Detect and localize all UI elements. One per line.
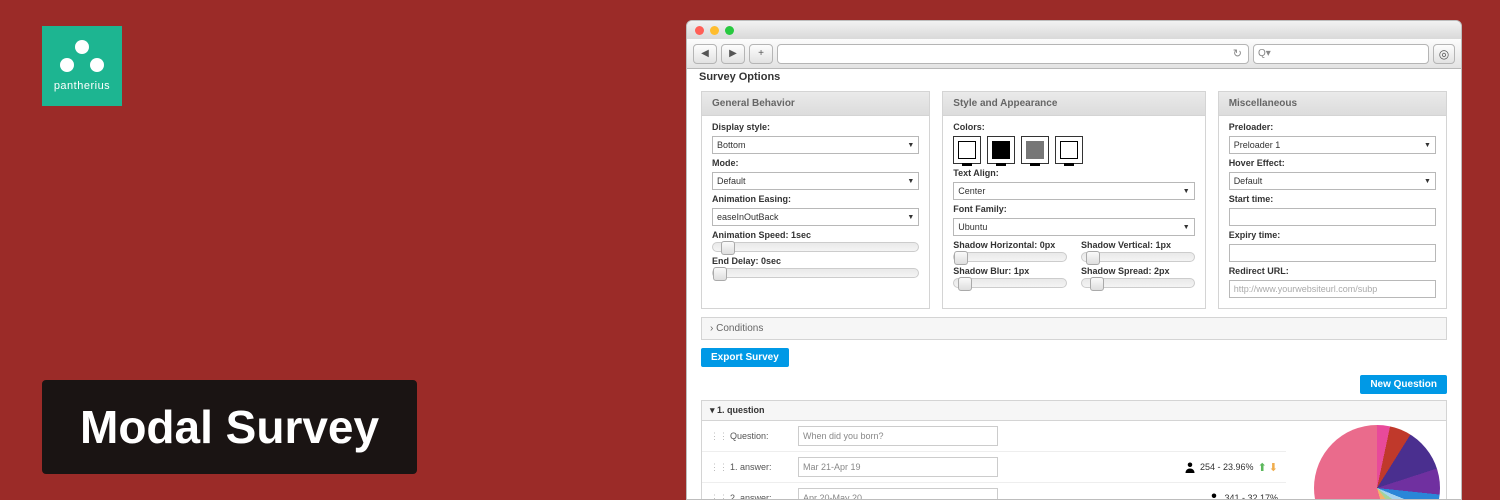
- expiry-time-input[interactable]: [1229, 244, 1436, 262]
- export-survey-button[interactable]: Export Survey: [701, 348, 789, 367]
- answer-row-2: ⋮⋮ 2. answer: Apr 20-May 20 341 - 32.17%: [702, 482, 1286, 499]
- new-question-button[interactable]: New Question: [1360, 375, 1447, 394]
- text-align-select[interactable]: Center: [953, 182, 1194, 200]
- hover-select[interactable]: Default: [1229, 172, 1436, 190]
- panel-misc-header: Miscellaneous: [1219, 92, 1446, 116]
- color-swatch-2[interactable]: [987, 136, 1015, 164]
- answer-1-label: 1. answer:: [730, 462, 790, 472]
- redirect-label: Redirect URL:: [1229, 266, 1436, 276]
- easing-select[interactable]: easeInOutBack: [712, 208, 919, 226]
- font-family-label: Font Family:: [953, 204, 1194, 214]
- conditions-accordion[interactable]: › Conditions: [701, 317, 1447, 340]
- logo-icon: [60, 40, 104, 76]
- down-arrow-icon[interactable]: ⬇: [1269, 461, 1278, 474]
- refresh-icon: ↻: [1233, 47, 1242, 60]
- panel-general: General Behavior Display style: Bottom M…: [701, 91, 930, 309]
- hero-title: Modal Survey: [42, 380, 417, 474]
- preloader-select[interactable]: Preloader 1: [1229, 136, 1436, 154]
- window-titlebar: [687, 21, 1461, 39]
- panel-misc: Miscellaneous Preloader: Preloader 1 Hov…: [1218, 91, 1447, 309]
- browser-window: ◀ ▶ + ↻ Q▾ ◎ Survey Options General Beha…: [686, 20, 1462, 500]
- color-swatch-3[interactable]: [1021, 136, 1049, 164]
- browser-search-input[interactable]: Q▾: [1253, 44, 1429, 64]
- panel-style-header: Style and Appearance: [943, 92, 1204, 116]
- question-block: ▾ 1. question ⋮⋮ Question: When did you …: [701, 400, 1447, 499]
- question-label: Question:: [730, 431, 790, 441]
- maximize-window-button[interactable]: [725, 26, 734, 35]
- shadow-spread-label: Shadow Spread: 2px: [1081, 266, 1195, 276]
- preloader-label: Preloader:: [1229, 122, 1436, 132]
- panel-style: Style and Appearance Colors: Text Align:…: [942, 91, 1205, 309]
- mode-label: Mode:: [712, 158, 919, 168]
- answer-2-input[interactable]: Apr 20-May 20: [798, 488, 998, 499]
- display-style-label: Display style:: [712, 122, 919, 132]
- mode-select[interactable]: Default: [712, 172, 919, 190]
- drag-handle-icon[interactable]: ⋮⋮: [710, 493, 722, 500]
- options-button[interactable]: ◎: [1433, 44, 1455, 64]
- back-button[interactable]: ◀: [693, 44, 717, 64]
- add-button[interactable]: +: [749, 44, 773, 64]
- results-pie-area: [1286, 421, 1446, 499]
- address-bar[interactable]: ↻: [777, 44, 1249, 64]
- up-arrow-icon[interactable]: ⬆: [1258, 461, 1267, 474]
- drag-handle-icon[interactable]: ⋮⋮: [710, 462, 722, 473]
- speed-slider[interactable]: [712, 242, 919, 252]
- redirect-input[interactable]: http://www.yourwebsiteurl.com/subp: [1229, 280, 1436, 298]
- answer-1-votes: 254 - 23.96%: [1200, 462, 1254, 472]
- shadow-blur-label: Shadow Blur: 1px: [953, 266, 1067, 276]
- display-style-select[interactable]: Bottom: [712, 136, 919, 154]
- colors-label: Colors:: [953, 122, 1194, 132]
- speed-label: Animation Speed: 1sec: [712, 230, 919, 240]
- start-time-label: Start time:: [1229, 194, 1436, 204]
- question-input[interactable]: When did you born?: [798, 426, 998, 446]
- logo-text: pantherius: [54, 80, 110, 92]
- section-title: Survey Options: [687, 69, 1461, 85]
- question-header[interactable]: ▾ 1. question: [702, 401, 1446, 421]
- person-icon: [1184, 461, 1196, 473]
- browser-toolbar: ◀ ▶ + ↻ Q▾ ◎: [687, 39, 1461, 69]
- delay-slider[interactable]: [712, 268, 919, 278]
- shadow-h-label: Shadow Horizontal: 0px: [953, 240, 1067, 250]
- minimize-window-button[interactable]: [710, 26, 719, 35]
- hover-label: Hover Effect:: [1229, 158, 1436, 168]
- shadow-blur-slider[interactable]: [953, 278, 1067, 288]
- text-align-label: Text Align:: [953, 168, 1194, 178]
- search-subicon: Q▾: [1258, 48, 1271, 59]
- delay-label: End Delay: 0sec: [712, 256, 919, 266]
- font-family-select[interactable]: Ubuntu: [953, 218, 1194, 236]
- person-icon: [1208, 492, 1220, 499]
- shadow-h-slider[interactable]: [953, 252, 1067, 262]
- drag-handle-icon[interactable]: ⋮⋮: [710, 431, 722, 442]
- forward-button[interactable]: ▶: [721, 44, 745, 64]
- answer-1-input[interactable]: Mar 21-Apr 19: [798, 457, 998, 477]
- color-swatch-4[interactable]: [1055, 136, 1083, 164]
- easing-label: Animation Easing:: [712, 194, 919, 204]
- answer-row-1: ⋮⋮ 1. answer: Mar 21-Apr 19 254 - 23.96%…: [702, 451, 1286, 482]
- answer-2-label: 2. answer:: [730, 493, 790, 499]
- pantherius-logo: pantherius: [42, 26, 122, 106]
- expiry-time-label: Expiry time:: [1229, 230, 1436, 240]
- start-time-input[interactable]: [1229, 208, 1436, 226]
- results-pie-chart: [1314, 425, 1440, 499]
- answer-2-votes: 341 - 32.17%: [1224, 493, 1278, 499]
- shadow-spread-slider[interactable]: [1081, 278, 1195, 288]
- panel-general-header: General Behavior: [702, 92, 929, 116]
- color-swatch-1[interactable]: [953, 136, 981, 164]
- shadow-v-label: Shadow Vertical: 1px: [1081, 240, 1195, 250]
- page-content: Survey Options General Behavior Display …: [687, 69, 1461, 499]
- close-window-button[interactable]: [695, 26, 704, 35]
- question-row: ⋮⋮ Question: When did you born?: [702, 421, 1286, 451]
- shadow-v-slider[interactable]: [1081, 252, 1195, 262]
